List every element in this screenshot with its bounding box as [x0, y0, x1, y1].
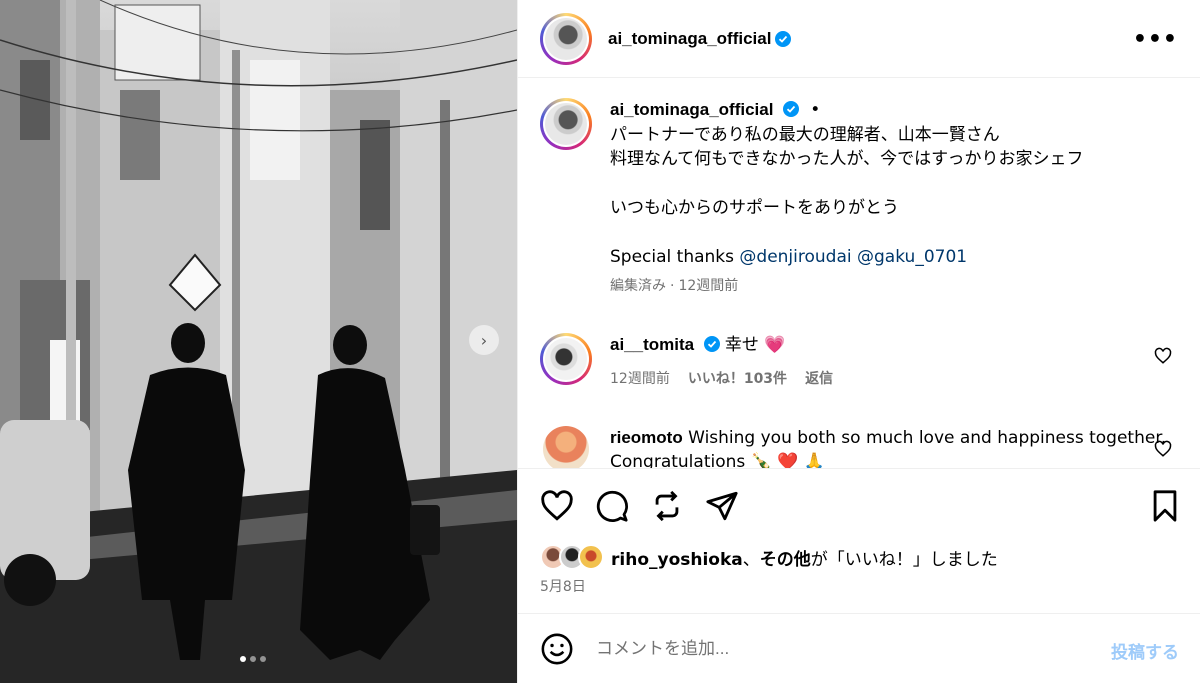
verified-badge-icon: [782, 101, 799, 117]
post-detail-panel: ai_tominaga_official ••• ai_tominaga_off…: [517, 0, 1200, 683]
meta-separator: ·: [670, 277, 675, 294]
carousel-dot: [260, 656, 266, 662]
comment-item: ai__tomita 幸せ 💗 12週間前 いいね！103件 返信: [540, 333, 1180, 391]
carousel-dot: [250, 656, 256, 662]
save-bookmark-icon[interactable]: [1148, 489, 1182, 523]
post-header: ai_tominaga_official •••: [518, 0, 1200, 78]
comment-bubble-icon[interactable]: [595, 489, 629, 523]
post-actions: [518, 468, 1200, 544]
edited-label: 編集済み: [610, 277, 666, 294]
heart-emoji: 💗: [764, 335, 786, 355]
like-comment-heart-icon[interactable]: [1154, 440, 1172, 458]
caption-meta: 編集済み · 12週間前: [610, 274, 1083, 299]
carousel-dots: [240, 656, 266, 662]
caption-line: パートナーであり私の最大の理解者、山本一賢さん: [610, 124, 1000, 145]
liker-username[interactable]: riho_yoshioka: [611, 550, 743, 570]
caption-line: いつも心からのサポートをありがとう: [610, 198, 899, 218]
caption-author-avatar[interactable]: [540, 98, 592, 150]
comment-likes-count[interactable]: いいね！103件: [688, 367, 787, 391]
liker-avatar: [578, 544, 604, 570]
author-username[interactable]: ai_tominaga_official: [608, 29, 771, 49]
post-comment-button[interactable]: 投稿する: [1111, 638, 1179, 663]
reply-button[interactable]: 返信: [805, 367, 833, 391]
liker-avatars[interactable]: [540, 544, 604, 570]
others-link[interactable]: その他: [760, 550, 811, 570]
likes-suffix: が「いいね！」しました: [810, 549, 998, 570]
carousel-next-button[interactable]: ›: [469, 325, 499, 355]
mention-link[interactable]: @denjiroudai: [739, 247, 851, 267]
author-avatar[interactable]: [540, 12, 592, 65]
caption-time[interactable]: 12週間前: [678, 278, 738, 294]
caption-dot: •: [810, 100, 821, 120]
post-caption: ai_tominaga_official • パートナーであり私の最大の理解者、…: [540, 98, 1083, 298]
likes-separator: 、: [742, 549, 760, 570]
repost-icon[interactable]: [650, 489, 684, 523]
emoji-icon[interactable]: [540, 632, 574, 666]
comment-item: rieomoto Wishing you both so much love a…: [540, 426, 1180, 468]
comment-input[interactable]: [596, 638, 1076, 659]
verified-badge-icon: [775, 30, 792, 47]
caption-thanks-text: Special thanks: [610, 247, 740, 267]
street-scene-illustration: [0, 0, 517, 683]
comments-section[interactable]: ai_tominaga_official • パートナーであり私の最大の理解者、…: [518, 78, 1200, 468]
carousel-dot: [240, 656, 246, 662]
like-comment-heart-icon[interactable]: [1154, 347, 1172, 365]
comment-time[interactable]: 12週間前: [610, 367, 670, 391]
verified-badge-icon: [703, 336, 720, 352]
post-date[interactable]: 5月8日: [540, 576, 586, 596]
caption-username[interactable]: ai_tominaga_official: [610, 100, 773, 119]
caption-line: 料理なんて何もできなかった人が、今ではすっかりお家シェフ: [610, 149, 1084, 169]
comment-username[interactable]: rieomoto: [610, 428, 683, 447]
like-heart-icon[interactable]: [540, 489, 574, 523]
instagram-post-modal: › ai_tominaga_official ••• ai_tominaga_o…: [0, 0, 1200, 683]
add-comment-bar: 投稿する: [518, 613, 1200, 683]
more-options-icon[interactable]: •••: [1133, 27, 1178, 52]
mention-link[interactable]: @gaku_0701: [857, 247, 967, 267]
post-photo[interactable]: ›: [0, 0, 517, 683]
caption-line: Special thanks @denjiroudai @gaku_0701: [610, 245, 1083, 270]
commenter-avatar[interactable]: [540, 333, 592, 385]
comment-text: Wishing you both so much love and happin…: [610, 428, 1167, 468]
comment-username[interactable]: ai__tomita: [610, 335, 694, 354]
share-send-icon[interactable]: [705, 489, 739, 523]
comment-text: 幸せ: [724, 335, 759, 355]
commenter-avatar[interactable]: [543, 426, 589, 468]
likes-summary: riho_yoshioka、その他が「いいね！」しました: [540, 544, 998, 570]
